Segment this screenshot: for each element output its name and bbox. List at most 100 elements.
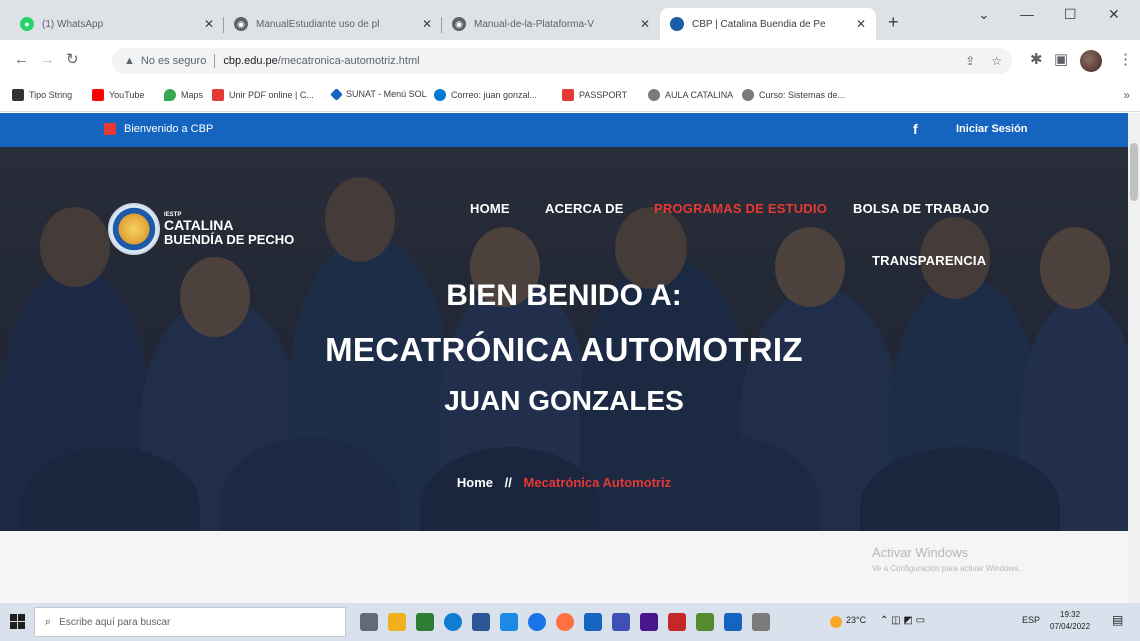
profile-avatar[interactable]	[1080, 50, 1102, 72]
breadcrumb-separator: //	[504, 475, 512, 490]
maps-icon	[164, 89, 176, 101]
windows-start-icon[interactable]	[10, 614, 25, 629]
nav-programas-de-estudio[interactable]: PROGRAMAS DE ESTUDIO	[654, 201, 827, 216]
close-tab-icon[interactable]: ✕	[640, 17, 650, 31]
bookmark-label: Maps	[181, 90, 204, 100]
bookmark-correo[interactable]: Correo: juan gonzal...	[434, 89, 537, 101]
share-icon[interactable]: ⇪	[965, 54, 975, 68]
nav-acerca-de[interactable]: ACERCA DE	[545, 201, 624, 216]
page-scrollbar[interactable]	[1128, 113, 1140, 603]
tab-title: ManualEstudiante uso de pl	[256, 18, 380, 30]
hero-banner: IESTP CATALINA BUENDÍA DE PECHO HOME ACE…	[0, 147, 1128, 531]
divider	[214, 54, 216, 68]
bookmark-curso-sistemas[interactable]: Curso: Sistemas de...	[742, 89, 845, 101]
tab-manual-plataforma[interactable]: ◉ Manual-de-la-Plataforma-V ✕	[442, 8, 660, 40]
taskbar-search-box[interactable]: ⌕ Escribe aquí para buscar	[34, 607, 346, 637]
minimize-button[interactable]: —	[1020, 6, 1034, 22]
activation-subtitle: Ve a Configuración para activar Windows.	[872, 564, 1021, 573]
breadcrumb-current: Mecatrónica Automotriz	[523, 475, 672, 490]
flag-icon	[104, 123, 116, 135]
url-path[interactable]: /mecatronica-automotriz.html	[278, 55, 420, 67]
back-icon[interactable]: ←	[14, 50, 29, 70]
nav-bolsa-de-trabajo[interactable]: BOLSA DE TRABAJO	[853, 201, 989, 216]
youtube-icon	[92, 89, 104, 101]
bookmark-label: AULA CATALINA	[665, 90, 734, 100]
vscode-icon[interactable]	[612, 613, 630, 631]
scrollbar-thumb[interactable]	[1130, 143, 1138, 201]
bookmark-icon	[12, 89, 24, 101]
tab-whatsapp[interactable]: ● (1) WhatsApp ✕	[10, 8, 224, 40]
downloads-icon[interactable]	[472, 613, 490, 631]
clock-time: 19:32	[1060, 610, 1081, 619]
bookmark-label: Correo: juan gonzal...	[451, 90, 538, 100]
excel-icon[interactable]	[416, 613, 434, 631]
mail-icon	[434, 89, 446, 101]
cbp-icon	[670, 17, 684, 31]
close-tab-icon[interactable]: ✕	[856, 17, 866, 31]
search-placeholder: Escribe aquí para buscar	[59, 616, 171, 628]
bookmark-aula-catalina[interactable]: AULA CATALINA	[648, 89, 733, 101]
maximize-button[interactable]: ☐	[1064, 6, 1077, 23]
breadcrumb-home[interactable]: Home	[457, 475, 493, 490]
welcome-message: Bienvenido a CBP	[104, 123, 213, 135]
nav-home[interactable]: HOME	[470, 201, 510, 216]
url-host[interactable]: cbp.edu.pe	[223, 55, 277, 67]
task-view-icon[interactable]	[360, 613, 378, 631]
tab-search-icon[interactable]: ⌄	[978, 6, 990, 23]
more-bookmarks-icon[interactable]: »	[1123, 88, 1130, 102]
activation-title: Activar Windows	[872, 545, 969, 560]
file-explorer-icon[interactable]	[388, 613, 406, 631]
new-tab-button[interactable]: +	[888, 12, 899, 32]
firefox-icon[interactable]	[556, 613, 574, 631]
forward-icon[interactable]: →	[40, 50, 55, 70]
bookmark-youtube[interactable]: YouTube	[92, 89, 144, 101]
close-tab-icon[interactable]: ✕	[422, 17, 432, 31]
bookmarks-bar: Tipo String YouTube Maps Unir PDF online…	[0, 80, 1140, 112]
login-link[interactable]: Iniciar Sesión	[956, 123, 1028, 135]
weather-icon[interactable]	[830, 616, 842, 628]
system-tray-icons[interactable]: ⌃ ◫ ◩ ▭	[880, 615, 925, 626]
globe-icon: ◉	[452, 17, 466, 31]
bookmark-maps[interactable]: Maps	[164, 89, 203, 101]
address-bar[interactable]: ▲ No es seguro cbp.edu.pe /mecatronica-a…	[112, 48, 1012, 74]
bookmark-label: PASSPORT	[579, 90, 628, 100]
menu-icon[interactable]: ⋮	[1118, 50, 1133, 70]
language-indicator[interactable]: ESP	[1022, 615, 1040, 625]
site-logo[interactable]: IESTP CATALINA BUENDÍA DE PECHO	[108, 203, 294, 255]
breadcrumb: Home // Mecatrónica Automotriz	[0, 475, 1128, 490]
taskbar-clock[interactable]: 19:32 07/04/2022	[1050, 609, 1090, 633]
clock-date: 07/04/2022	[1050, 622, 1091, 631]
app-icon[interactable]	[668, 613, 686, 631]
extensions-icon[interactable]: ✱	[1030, 50, 1043, 70]
app-icon-3[interactable]	[752, 613, 770, 631]
bookmark-passport[interactable]: PASSPORT	[562, 89, 627, 101]
side-panel-icon[interactable]: ▣	[1054, 50, 1068, 70]
sunat-icon	[330, 87, 343, 101]
close-tab-icon[interactable]: ✕	[204, 17, 214, 31]
whatsapp-icon: ●	[20, 17, 34, 31]
bookmark-tipo-string[interactable]: Tipo String	[12, 89, 72, 101]
chrome-icon[interactable]	[528, 613, 546, 631]
audition-icon[interactable]	[584, 613, 602, 631]
security-label[interactable]: No es seguro	[141, 55, 206, 67]
weather-temperature[interactable]: 23°C	[846, 615, 866, 625]
bookmark-sunat[interactable]: SUNAT - Menú SOL	[330, 87, 427, 101]
app-icon-2[interactable]	[696, 613, 714, 631]
nav-transparencia[interactable]: TRANSPARENCIA	[872, 253, 986, 268]
notifications-icon[interactable]: ▤	[1112, 613, 1123, 627]
bookmark-label: Tipo String	[29, 90, 73, 100]
word-icon[interactable]	[724, 613, 742, 631]
warning-icon[interactable]: ▲	[124, 55, 135, 67]
tab-cbp[interactable]: CBP | Catalina Buendia de Pe ✕	[660, 8, 876, 40]
browser-tab-strip: ● (1) WhatsApp ✕ ◉ ManualEstudiante uso …	[0, 0, 1140, 40]
star-icon[interactable]: ☆	[991, 54, 1002, 68]
bookmark-label: SUNAT - Menú SOL	[346, 89, 427, 99]
facebook-icon[interactable]: f	[913, 121, 918, 137]
bookmark-unir-pdf[interactable]: Unir PDF online | C...	[212, 89, 314, 101]
tab-manual-estudiante[interactable]: ◉ ManualEstudiante uso de pl ✕	[224, 8, 442, 40]
premiere-icon[interactable]	[640, 613, 658, 631]
photoshop-icon[interactable]	[500, 613, 518, 631]
close-window-button[interactable]: ✕	[1108, 6, 1120, 23]
edge-icon[interactable]	[444, 613, 462, 631]
reload-icon[interactable]: ↻	[66, 50, 79, 70]
